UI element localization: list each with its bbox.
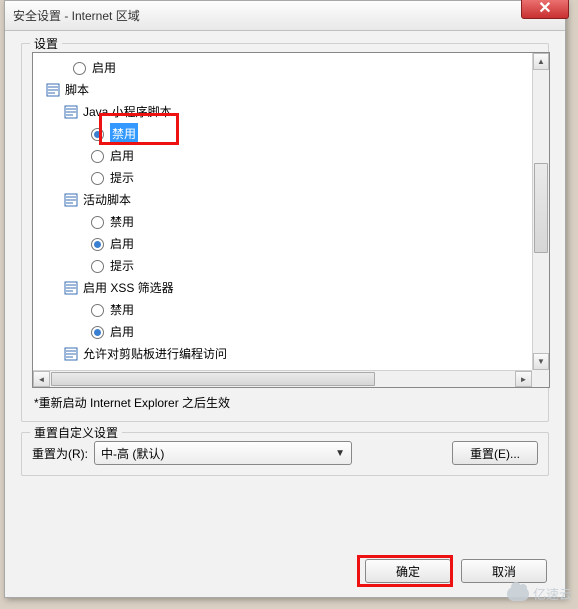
close-button[interactable]: ✕ — [521, 0, 569, 19]
settings-tree: 启用 脚本 Java 小程序脚本 — [33, 53, 549, 365]
horizontal-scrollbar[interactable]: ◄ ► — [33, 370, 532, 387]
option-java-enable[interactable]: 启用 — [91, 145, 549, 167]
dialog-footer: 确定 取消 — [365, 559, 547, 583]
radio-icon — [91, 172, 104, 185]
button-label: 重置(E)... — [470, 445, 520, 462]
radio-icon — [73, 62, 86, 75]
option-label: 启用 — [110, 145, 134, 167]
radio-icon — [91, 260, 104, 273]
radio-icon — [91, 150, 104, 163]
dialog-content: 设置 启用 脚本 — [5, 31, 565, 498]
settings-legend: 设置 — [30, 35, 62, 52]
chevron-down-icon: ▼ — [335, 448, 345, 459]
close-icon: ✕ — [538, 0, 551, 18]
scroll-thumb[interactable] — [51, 372, 375, 386]
option-active-enable[interactable]: 启用 — [91, 233, 549, 255]
script-icon — [63, 192, 79, 208]
reset-to-label: 重置为(R): — [32, 445, 88, 462]
script-icon — [63, 280, 79, 296]
ok-button[interactable]: 确定 — [365, 559, 451, 583]
script-icon — [63, 104, 79, 120]
option-java-prompt[interactable]: 提示 — [91, 167, 549, 189]
security-settings-dialog: 安全设置 - Internet 区域 ✕ 设置 启用 脚本 — [4, 0, 566, 598]
category-script: 脚本 — [45, 79, 549, 101]
category-java-applet: Java 小程序脚本 — [63, 101, 549, 123]
option-label: 禁用 — [110, 123, 138, 145]
watermark-text: 亿速云 — [533, 584, 572, 603]
reset-fieldset: 重置自定义设置 重置为(R): 中-高 (默认) ▼ 重置(E)... — [21, 432, 549, 476]
option-label: 提示 — [110, 255, 134, 277]
scroll-corner — [532, 370, 549, 387]
radio-icon — [91, 326, 104, 339]
settings-fieldset: 设置 启用 脚本 — [21, 43, 549, 422]
cloud-icon — [507, 587, 529, 601]
scroll-down-button[interactable]: ▼ — [533, 353, 549, 370]
scroll-left-button[interactable]: ◄ — [33, 371, 50, 387]
option-label: 启用 — [110, 321, 134, 343]
option-java-disable[interactable]: 禁用 — [91, 123, 549, 145]
category-label: 启用 XSS 筛选器 — [83, 277, 174, 299]
scroll-up-button[interactable]: ▲ — [533, 53, 549, 70]
option-label: 禁用 — [110, 299, 134, 321]
option-label: 启用 — [110, 233, 134, 255]
category-xss-filter: 启用 XSS 筛选器 — [63, 277, 549, 299]
category-label: 脚本 — [65, 79, 89, 101]
watermark: 亿速云 — [507, 584, 572, 603]
category-active-script: 活动脚本 — [63, 189, 549, 211]
option-active-disable[interactable]: 禁用 — [91, 211, 549, 233]
script-icon — [45, 82, 61, 98]
script-icon — [63, 346, 79, 362]
scroll-thumb[interactable] — [534, 163, 548, 253]
option-active-prompt[interactable]: 提示 — [91, 255, 549, 277]
category-label: 活动脚本 — [83, 189, 131, 211]
option-enable-top[interactable]: 启用 — [73, 57, 549, 79]
option-label: 禁用 — [110, 211, 134, 233]
button-label: 取消 — [492, 563, 516, 580]
option-xss-disable[interactable]: 禁用 — [91, 299, 549, 321]
restart-note: *重新启动 Internet Explorer 之后生效 — [34, 394, 536, 411]
category-clipboard-access: 允许对剪贴板进行编程访问 — [63, 343, 549, 365]
radio-icon — [91, 216, 104, 229]
option-label: 启用 — [92, 57, 116, 79]
option-xss-enable[interactable]: 启用 — [91, 321, 549, 343]
radio-icon — [91, 238, 104, 251]
radio-icon — [91, 304, 104, 317]
button-label: 确定 — [396, 563, 420, 580]
radio-icon — [91, 128, 104, 141]
settings-tree-scroll: 启用 脚本 Java 小程序脚本 — [32, 52, 550, 388]
scroll-right-button[interactable]: ► — [515, 371, 532, 387]
category-label: Java 小程序脚本 — [83, 101, 172, 123]
category-label: 允许对剪贴板进行编程访问 — [83, 343, 227, 365]
reset-legend: 重置自定义设置 — [30, 424, 122, 441]
titlebar: 安全设置 - Internet 区域 ✕ — [5, 1, 565, 31]
reset-button[interactable]: 重置(E)... — [452, 441, 538, 465]
reset-level-combo[interactable]: 中-高 (默认) ▼ — [94, 441, 352, 465]
combo-value: 中-高 (默认) — [101, 445, 164, 462]
cancel-button[interactable]: 取消 — [461, 559, 547, 583]
option-label: 提示 — [110, 167, 134, 189]
window-title: 安全设置 - Internet 区域 — [13, 7, 140, 24]
vertical-scrollbar[interactable]: ▲ ▼ — [532, 53, 549, 370]
